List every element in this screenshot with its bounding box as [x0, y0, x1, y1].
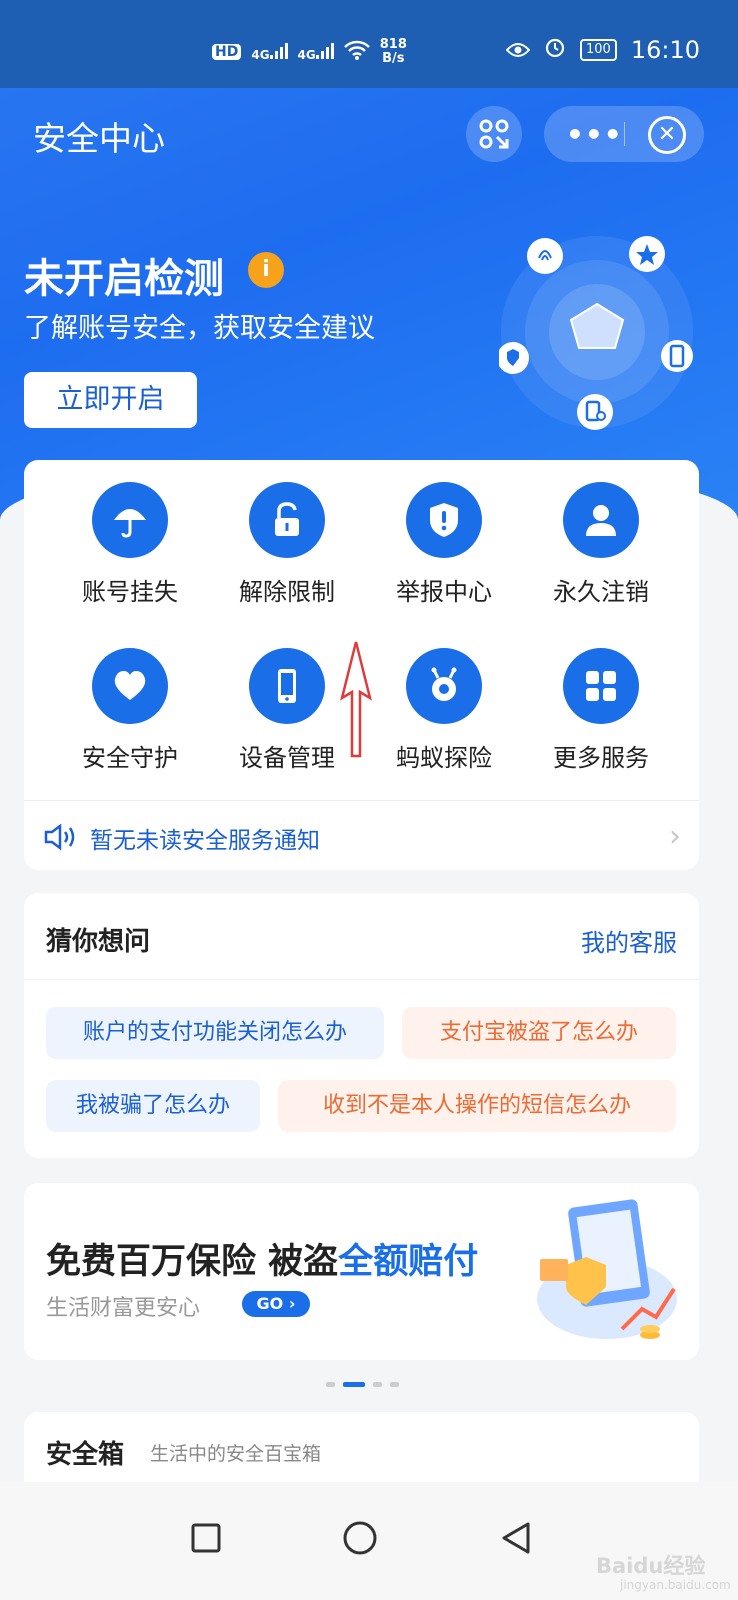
- chevron-right-icon: ›: [669, 819, 681, 854]
- battery-indicator: 100: [580, 39, 617, 61]
- signal-icon: 4G: [251, 42, 288, 62]
- ant-icon: [406, 648, 482, 724]
- shield-alert-icon: [406, 482, 482, 558]
- faq-title: 猜你想问: [46, 927, 151, 957]
- phone-icon: [249, 648, 325, 724]
- square-icon: [191, 1523, 221, 1553]
- circle-icon: [343, 1521, 377, 1555]
- faq-chip[interactable]: 收到不是本人操作的短信怎么办: [278, 1080, 676, 1132]
- clock: 16:10: [630, 36, 700, 64]
- wifi-icon: [343, 40, 370, 65]
- watermark-url: jingyan.baidu.com: [620, 1578, 731, 1592]
- service-label: 举报中心: [396, 578, 492, 606]
- divider: [24, 979, 699, 980]
- home-button[interactable]: [330, 1508, 390, 1568]
- banner-title-highlight: 全额赔付: [338, 1242, 479, 1282]
- watermark: Baidu经验: [596, 1554, 706, 1578]
- detection-subtitle: 了解账号安全，获取安全建议: [24, 313, 375, 344]
- status-left: HD 4G 4G 818 B/s: [212, 38, 407, 66]
- eye-icon: [505, 36, 531, 64]
- carousel-dot: [326, 1382, 335, 1387]
- security-notice-bar[interactable]: 暂无未读安全服务通知 ›: [24, 800, 699, 871]
- net-speed-value: 818: [379, 37, 407, 52]
- service-label: 安全守护: [82, 744, 178, 772]
- carousel-dot: [390, 1382, 399, 1387]
- carousel-indicator: [326, 1382, 399, 1387]
- scan-icon: [479, 119, 509, 149]
- service-account-loss[interactable]: 账号挂失: [55, 482, 205, 607]
- signal-label: 4G: [251, 47, 270, 62]
- service-label: 账号挂失: [82, 578, 178, 606]
- faq-card: 猜你想问 我的客服 账户的支付功能关闭怎么办 支付宝被盗了怎么办 我被骗了怎么办…: [24, 893, 699, 1158]
- page-title: 安全中心: [33, 119, 165, 158]
- service-security-guard[interactable]: 安全守护: [55, 648, 205, 773]
- insurance-banner[interactable]: 免费百万保险 被盗全额赔付 生活财富更安心 GO ›: [24, 1183, 699, 1360]
- service-label: 解除限制: [239, 578, 335, 606]
- speaker-icon: [44, 823, 75, 851]
- service-label: 蚂蚁探险: [396, 744, 492, 772]
- banner-title: 免费百万保险 被盗全额赔付: [46, 1233, 478, 1284]
- alarm-icon: [544, 36, 566, 64]
- service-more[interactable]: 更多服务: [526, 648, 676, 773]
- more-button[interactable]: •••: [566, 118, 623, 151]
- info-icon[interactable]: i: [248, 252, 284, 288]
- service-report-center[interactable]: 举报中心: [369, 482, 519, 607]
- security-radar-illustration: [499, 236, 693, 430]
- service-permanent-cancel[interactable]: 永久注销: [526, 482, 676, 607]
- signal-label-2: 4G: [297, 47, 316, 62]
- detection-title: 未开启检测: [24, 256, 224, 302]
- banner-subtitle: 生活财富更安心: [46, 1296, 201, 1321]
- faq-chip[interactable]: 我被骗了怎么办: [46, 1080, 260, 1132]
- service-label: 永久注销: [553, 578, 649, 606]
- signal-icon-2: 4G: [297, 42, 334, 62]
- recents-button[interactable]: [176, 1508, 236, 1568]
- user-icon: [563, 482, 639, 558]
- go-button[interactable]: GO ›: [242, 1291, 310, 1317]
- miniapp-capsule: ••• ✕: [544, 106, 704, 162]
- hd-indicator: HD: [212, 44, 242, 60]
- umbrella-icon: [92, 482, 168, 558]
- carousel-dot-active: [343, 1382, 365, 1387]
- customer-service-link[interactable]: 我的客服: [581, 923, 677, 958]
- enable-detection-button[interactable]: 立即开启: [24, 372, 197, 428]
- carousel-dot: [373, 1382, 382, 1387]
- grid-icon: [563, 648, 639, 724]
- notice-text: 暂无未读安全服务通知: [90, 828, 320, 854]
- status-bar: HD 4G 4G 818 B/s 100 16:10: [0, 0, 738, 88]
- capsule-divider: [624, 122, 625, 146]
- heart-icon: [92, 648, 168, 724]
- triangle-back-icon: [502, 1522, 530, 1554]
- faq-chip[interactable]: 账户的支付功能关闭怎么办: [46, 1007, 384, 1059]
- service-label: 更多服务: [553, 744, 649, 772]
- safebox-subtitle: 生活中的安全百宝箱: [150, 1443, 322, 1465]
- service-remove-restriction[interactable]: 解除限制: [212, 482, 362, 607]
- back-button[interactable]: [486, 1508, 546, 1568]
- unlock-icon: [249, 482, 325, 558]
- annotation-arrow: [340, 641, 372, 758]
- net-speed-unit: B/s: [382, 51, 405, 66]
- insurance-illustration: [537, 1199, 677, 1339]
- safebox-title: 安全箱: [46, 1440, 125, 1470]
- status-right: 100 16:10: [505, 36, 700, 64]
- banner-title-main: 免费百万保险 被盗: [46, 1242, 339, 1282]
- service-ant-adventure[interactable]: 蚂蚁探险: [369, 648, 519, 773]
- close-button[interactable]: ✕: [648, 116, 686, 154]
- net-speed: 818 B/s: [380, 38, 407, 66]
- faq-chip[interactable]: 支付宝被盗了怎么办: [402, 1007, 676, 1059]
- scan-button[interactable]: [466, 106, 522, 162]
